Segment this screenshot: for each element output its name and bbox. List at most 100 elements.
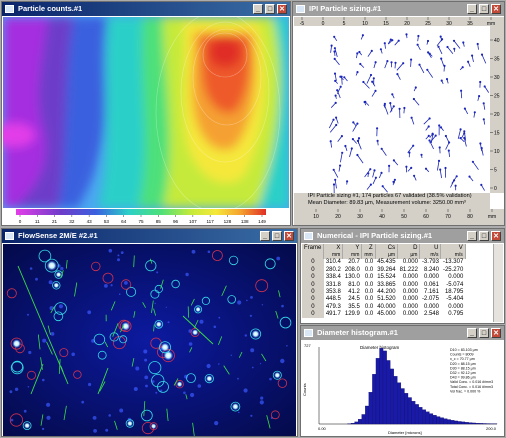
maximize-button[interactable]: □ — [479, 4, 489, 14]
column-header[interactable]: V — [440, 244, 466, 252]
numerical-window[interactable]: Numerical - IPI Particle sizing.#1 _ □ ✕… — [300, 228, 505, 324]
particle-speck — [199, 319, 204, 324]
numerical-table[interactable]: Frame X Y Z Cs D U V mm mm mm µm µm m/s m/s 0 310.4 20.… — [302, 244, 466, 318]
table-cell: 7.161 — [423, 289, 439, 296]
maximize-button[interactable]: □ — [265, 4, 275, 14]
particle-speck — [120, 251, 124, 254]
table-cell: 8.240 — [423, 266, 439, 273]
particle-speck — [260, 396, 264, 400]
histogram-stat: Counts = 8009 — [450, 353, 473, 357]
close-button[interactable]: ✕ — [491, 328, 501, 338]
particle-glow — [53, 282, 60, 289]
histogram-bar — [354, 421, 359, 425]
table-cell: 129.9 — [344, 311, 360, 318]
particle-dot — [359, 62, 362, 66]
maximize-button[interactable]: □ — [479, 328, 489, 338]
column-header[interactable]: Cs — [375, 244, 399, 252]
histogram-titlebar[interactable]: Diameter histogram.#1 _ □ ✕ — [301, 326, 504, 340]
particle-glow — [251, 329, 260, 339]
maximize-button[interactable]: □ — [479, 231, 489, 241]
vertical-scrollbar[interactable] — [493, 244, 503, 322]
minimize-button[interactable]: _ — [467, 4, 477, 14]
particle-dot — [428, 52, 431, 55]
particle-counts-titlebar[interactable]: Particle counts.#1 _ □ ✕ — [2, 2, 290, 16]
table-row[interactable]: 0 338.4 130.0 0.0 15.524 0.000 0.000 0.000 — [302, 273, 465, 281]
particle-dot — [459, 128, 462, 131]
particle-sizing-window[interactable]: IPI Particle sizing.#1 _ □ ✕ -5 0 5 10 15 20 2… — [292, 1, 505, 226]
histogram-bar — [411, 401, 416, 425]
particle-dot — [356, 153, 359, 157]
table-cell: 0.000 — [402, 259, 418, 266]
particle-speck — [133, 387, 138, 391]
table-cell: 0.0 — [364, 259, 374, 266]
table-row[interactable]: 0 491.7 129.9 0.0 45.000 0.000 2.548 0.795 — [302, 310, 465, 318]
particle-speck — [165, 306, 167, 308]
histogram-bar — [454, 420, 458, 425]
particle-speck — [27, 386, 30, 388]
particle-speck — [214, 421, 219, 426]
particle-dot — [405, 33, 408, 36]
table-row[interactable]: 0 448.5 24.5 0.0 51.520 0.000 -2.075 -5.404 — [302, 295, 465, 304]
minimize-button[interactable]: _ — [260, 231, 270, 241]
top-ruler: -5 0 5 10 15 20 25 30 35 mm — [294, 17, 504, 26]
column-header[interactable]: D — [397, 244, 421, 252]
particle-dot — [390, 61, 393, 64]
table-cell: 35.5 — [348, 303, 360, 310]
particle-glow — [160, 342, 170, 352]
column-header[interactable]: Y — [342, 244, 363, 252]
table-cell: 0.0 — [364, 296, 374, 303]
histogram-window[interactable]: Diameter histogram.#1 _ □ ✕ Diameter his… — [300, 325, 505, 437]
particle-dot — [444, 166, 447, 170]
table-row[interactable]: 0 280.2 208.0 0.0 39.264 81.222 8.240 -25.270 — [302, 266, 465, 274]
column-header[interactable]: Z — [361, 244, 376, 252]
ruler-label: 10 — [494, 149, 500, 155]
numerical-titlebar[interactable]: Numerical - IPI Particle sizing.#1 _ □ ✕ — [301, 229, 504, 243]
particle-speck — [60, 266, 64, 271]
particle-dot — [334, 101, 337, 105]
table-row[interactable]: 0 353.8 41.2 0.0 44.200 0.000 7.161 18.795 — [302, 288, 465, 296]
close-button[interactable]: ✕ — [277, 4, 287, 14]
particle-speck — [237, 377, 239, 380]
particle-dot — [369, 73, 373, 77]
table-row[interactable]: 0 331.8 81.0 0.0 33.865 0.000 0.061 -5.074 — [302, 280, 465, 289]
particle-dot — [459, 137, 462, 140]
column-header[interactable]: U — [419, 244, 442, 252]
particle-dot — [333, 57, 336, 61]
particle-dot — [447, 149, 450, 152]
particle-dot — [392, 180, 395, 183]
particle-dot — [379, 48, 383, 51]
column-header[interactable]: X — [323, 244, 344, 252]
particle-speck — [251, 366, 254, 369]
particle-dot — [439, 168, 442, 171]
particle-dot — [397, 39, 400, 42]
close-button[interactable]: ✕ — [284, 231, 294, 241]
particle-dot — [460, 89, 463, 92]
minimize-button[interactable]: _ — [467, 231, 477, 241]
particle-dot — [338, 164, 342, 167]
scale-tick-label: 96 — [173, 219, 179, 224]
table-cell: 51.520 — [377, 296, 396, 303]
ruler-label: 15 — [494, 131, 500, 137]
flowsense-window[interactable]: FlowSense 2M/E #2.#1 _ □ ✕ — [1, 228, 298, 437]
particle-dot — [418, 63, 421, 66]
minimize-button[interactable]: _ — [467, 328, 477, 338]
table-row[interactable]: 0 479.3 35.5 0.0 40.000 0.000 0.000 0.000 — [302, 303, 465, 311]
table-cell: 479.3 — [325, 303, 341, 310]
table-cell: 310.4 — [325, 259, 341, 266]
close-button[interactable]: ✕ — [491, 4, 501, 14]
maximize-button[interactable]: □ — [272, 231, 282, 241]
particle-dot — [431, 132, 434, 135]
flowsense-titlebar[interactable]: FlowSense 2M/E #2.#1 _ □ ✕ — [2, 229, 297, 243]
particle-dot — [370, 49, 373, 52]
minimize-button[interactable]: _ — [253, 4, 263, 14]
particle-dot — [426, 39, 430, 43]
table-row[interactable]: 0 310.4 20.7 0.0 45.435 0.000 -3.793 -13.307 — [302, 258, 465, 267]
particle-dot — [427, 51, 430, 54]
histogram-bar — [443, 418, 448, 425]
table-cell: 0 — [302, 273, 324, 281]
column-header[interactable]: Frame — [302, 244, 325, 252]
particle-dot — [374, 61, 377, 64]
particle-counts-window[interactable]: Particle counts.#1 _ □ ✕ 0 11 21 32 43 5… — [1, 1, 291, 226]
particle-sizing-titlebar[interactable]: IPI Particle sizing.#1 _ □ ✕ — [293, 2, 504, 16]
close-button[interactable]: ✕ — [491, 231, 501, 241]
